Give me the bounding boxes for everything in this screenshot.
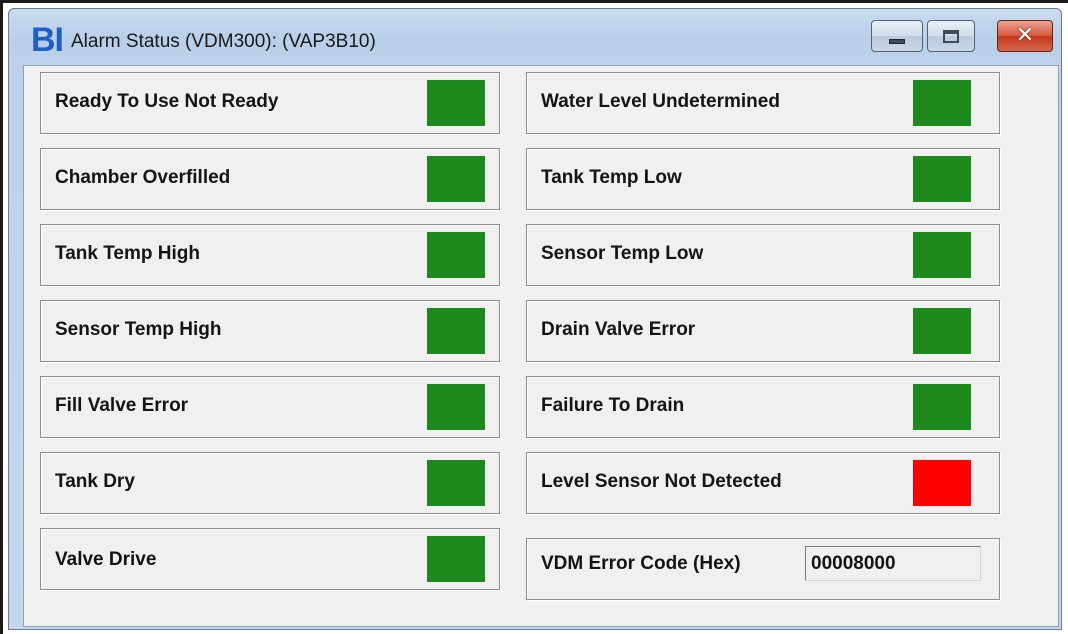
status-indicator bbox=[427, 308, 485, 354]
alarm-panel-area: Ready To Use Not Ready Chamber Overfille… bbox=[23, 65, 1059, 627]
alarm-sensor-temp-low: Sensor Temp Low bbox=[526, 224, 1000, 286]
alarm-label: Drain Valve Error bbox=[541, 319, 696, 340]
maximize-icon bbox=[943, 29, 959, 43]
alarm-label: Tank Dry bbox=[55, 471, 135, 492]
alarm-status-window: BI Alarm Status (VDM300): (VAP3B10) ✕ Re… bbox=[8, 8, 1062, 630]
status-indicator bbox=[427, 232, 485, 278]
error-code-label: VDM Error Code (Hex) bbox=[541, 553, 741, 574]
alarm-water-level-undetermined: Water Level Undetermined bbox=[526, 72, 1000, 134]
alarm-label: Fill Valve Error bbox=[55, 395, 189, 416]
minimize-icon bbox=[889, 38, 905, 44]
status-indicator bbox=[913, 232, 971, 278]
alarm-label: Valve Drive bbox=[55, 549, 157, 570]
status-indicator bbox=[913, 80, 971, 126]
alarm-tank-temp-high: Tank Temp High bbox=[40, 224, 500, 286]
error-code-panel: VDM Error Code (Hex) 00008000 bbox=[526, 538, 1000, 600]
alarm-ready-to-use: Ready To Use Not Ready bbox=[40, 72, 500, 134]
alarm-valve-drive: Valve Drive bbox=[40, 528, 500, 590]
alarm-label: Failure To Drain bbox=[541, 395, 685, 416]
alarm-label: Tank Temp Low bbox=[541, 167, 682, 188]
alarm-fill-valve-error: Fill Valve Error bbox=[40, 376, 500, 438]
alarm-failure-to-drain: Failure To Drain bbox=[526, 376, 1000, 438]
alarm-label: Water Level Undetermined bbox=[541, 91, 780, 112]
status-indicator bbox=[427, 156, 485, 202]
alarm-label: Sensor Temp High bbox=[55, 319, 222, 340]
desktop-edge-left bbox=[0, 0, 3, 634]
minimize-button[interactable] bbox=[871, 20, 923, 52]
close-icon: ✕ bbox=[1015, 23, 1035, 48]
status-indicator bbox=[427, 536, 485, 582]
alarm-label: Chamber Overfilled bbox=[55, 167, 231, 188]
alarm-label: Level Sensor Not Detected bbox=[541, 471, 782, 492]
desktop-edge-top bbox=[0, 0, 1068, 3]
alarm-tank-temp-low: Tank Temp Low bbox=[526, 148, 1000, 210]
alarm-drain-valve-error: Drain Valve Error bbox=[526, 300, 1000, 362]
alarm-label: Sensor Temp Low bbox=[541, 243, 704, 264]
app-logo-icon: BI bbox=[31, 21, 64, 59]
title-bar[interactable]: BI Alarm Status (VDM300): (VAP3B10) ✕ bbox=[9, 9, 1061, 69]
status-indicator bbox=[427, 384, 485, 430]
close-button[interactable]: ✕ bbox=[997, 20, 1053, 52]
status-indicator bbox=[427, 460, 485, 506]
error-code-field[interactable]: 00008000 bbox=[805, 546, 981, 581]
maximize-button[interactable] bbox=[927, 20, 975, 52]
window-title: Alarm Status (VDM300): (VAP3B10) bbox=[71, 31, 376, 52]
status-indicator bbox=[913, 384, 971, 430]
alarm-sensor-temp-high: Sensor Temp High bbox=[40, 300, 500, 362]
alarm-label: Tank Temp High bbox=[55, 243, 200, 264]
alarm-label: Ready To Use Not Ready bbox=[55, 91, 279, 112]
status-indicator bbox=[427, 80, 485, 126]
status-indicator bbox=[913, 308, 971, 354]
alarm-level-sensor-not-detected: Level Sensor Not Detected bbox=[526, 452, 1000, 514]
alarm-chamber-overfilled: Chamber Overfilled bbox=[40, 148, 500, 210]
status-indicator bbox=[913, 156, 971, 202]
alarm-tank-dry: Tank Dry bbox=[40, 452, 500, 514]
status-indicator bbox=[913, 460, 971, 506]
